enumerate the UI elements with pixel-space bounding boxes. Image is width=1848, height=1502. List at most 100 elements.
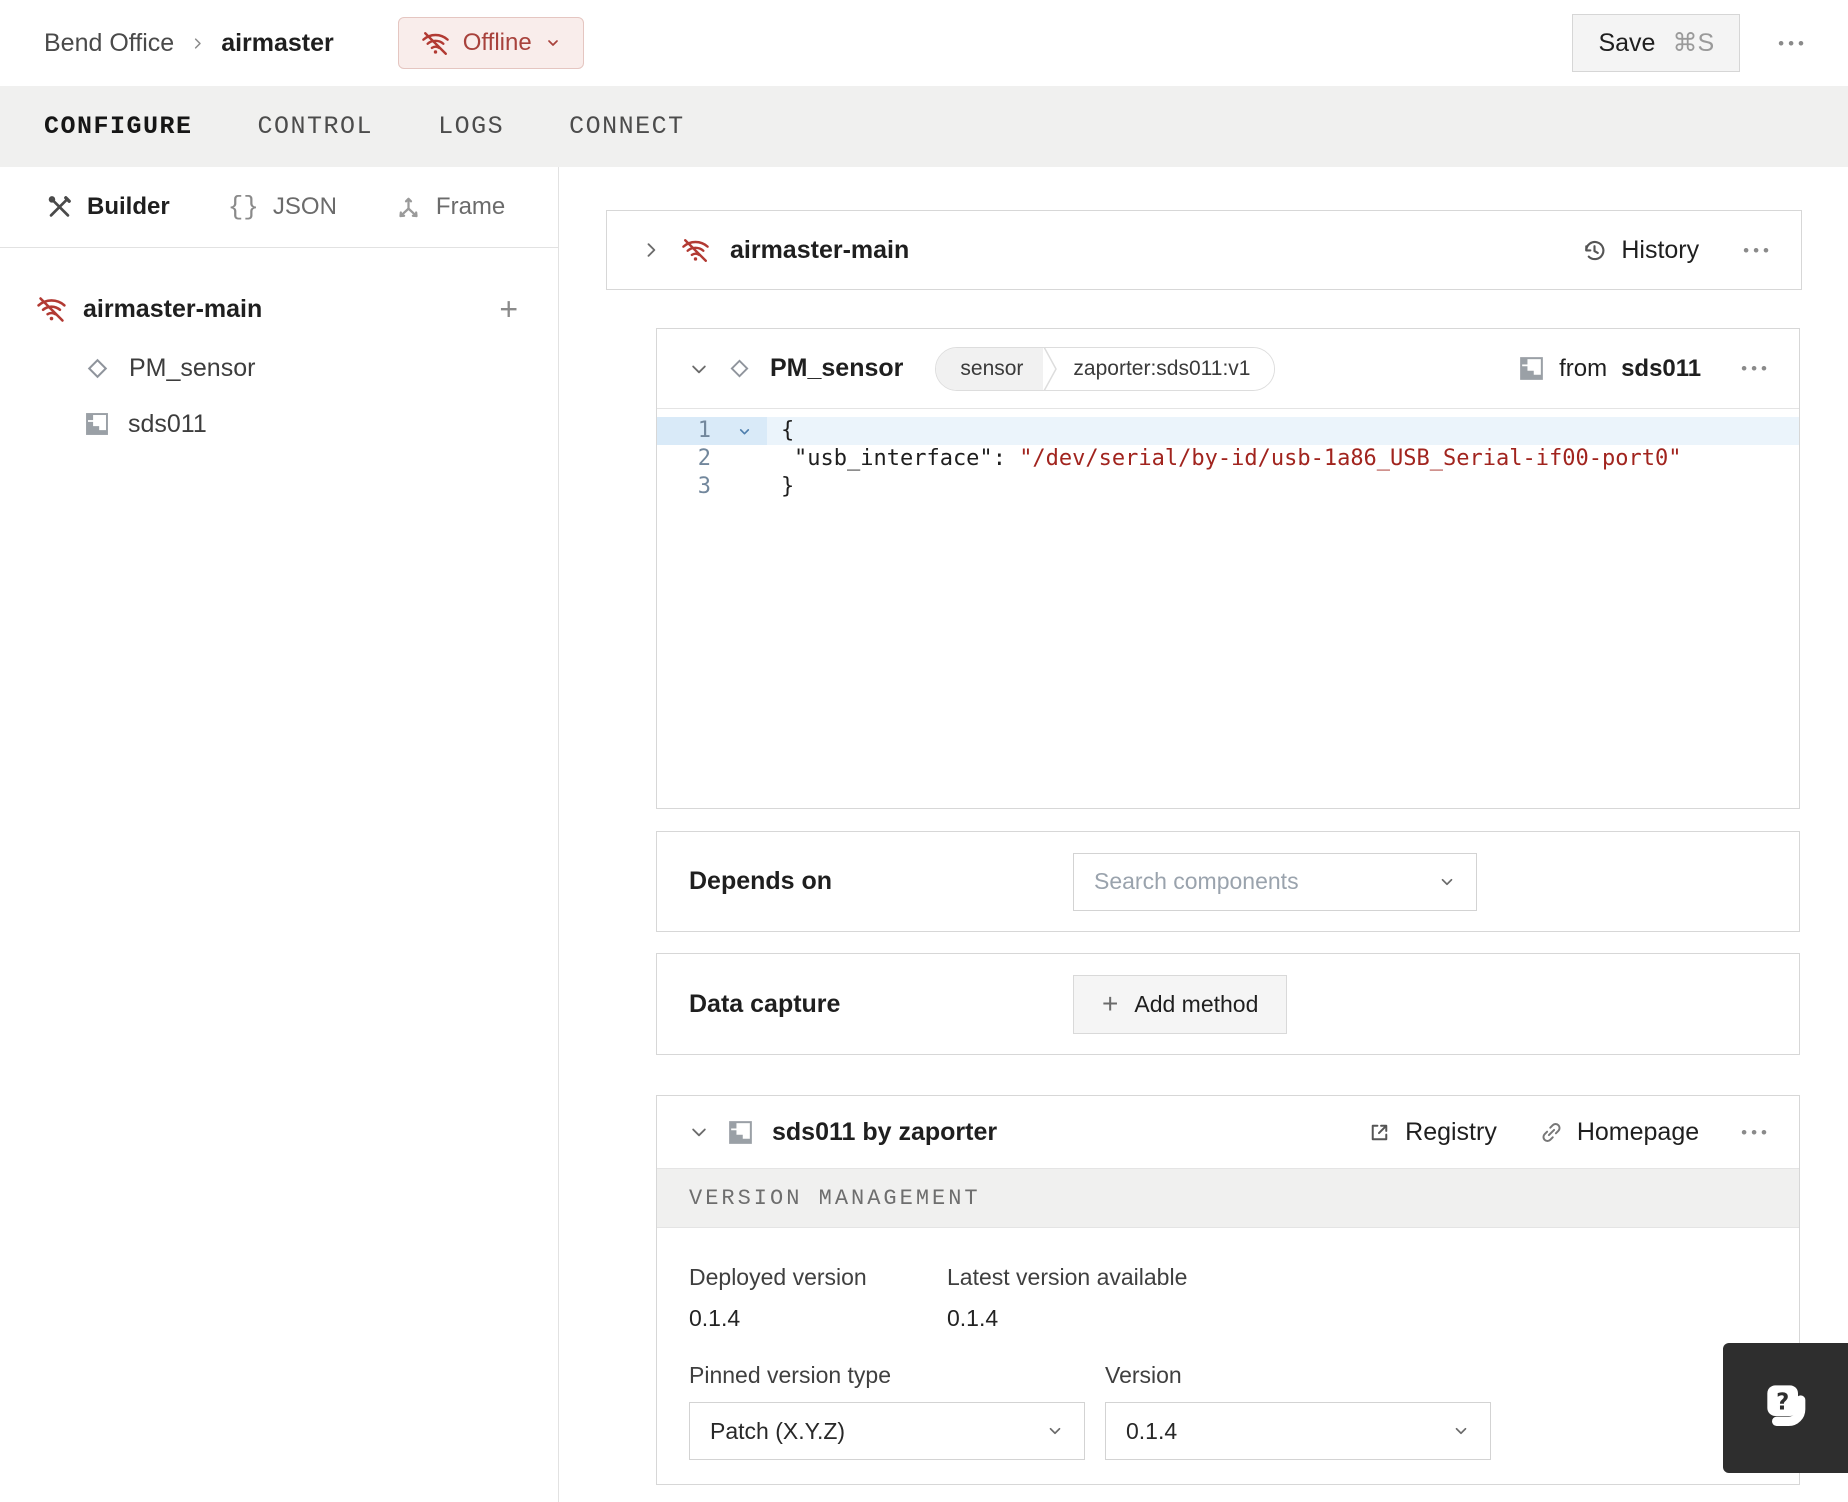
breadcrumb-chevron-icon [190,36,205,51]
app-root: { "topbar": { "breadcrumb": { "parent": … [0,0,1848,1502]
homepage-link[interactable]: Homepage [1539,1118,1699,1147]
module-title: sds011 by zaporter [772,1117,998,1146]
topbar-overflow-menu[interactable]: ••• [1778,35,1808,52]
breadcrumb: Bend Office airmaster [44,29,334,58]
code-gutter: 3 [657,473,767,501]
add-component-button[interactable]: + [499,293,518,325]
version-management-label: VERSION MANAGEMENT [689,1185,981,1211]
badge-divider [1043,347,1058,390]
depends-on-label: Depends on [689,867,833,895]
breadcrumb-current: airmaster [221,28,334,57]
tree-item-pm-sensor[interactable]: PM_sensor [0,340,558,396]
data-capture-card: Data capture + Add method [656,953,1800,1055]
latest-version-value: 0.1.4 [947,1305,999,1331]
module-overflow-menu[interactable]: ••• [1741,1124,1771,1141]
help-button[interactable]: ? [1723,1343,1848,1473]
version-value: 0.1.4 [1126,1417,1178,1444]
sidebar: Builder {} JSON Frame airmaster-main + P… [0,167,559,1502]
save-button[interactable]: Save ⌘S [1572,14,1741,72]
add-method-label: Add method [1134,990,1259,1017]
version-select[interactable]: 0.1.4 [1105,1402,1491,1460]
wifi-off-icon [36,294,67,325]
history-button[interactable]: History [1581,236,1699,265]
tab-logs[interactable]: LOGS [438,112,504,141]
save-label: Save [1598,28,1656,57]
pinned-version-block: Pinned version type Patch (X.Y.Z) [689,1362,1105,1460]
wifi-off-icon [681,236,710,265]
code-colon: : [992,446,1020,471]
main-panel: airmaster-main History ••• PM_sensor sen… [559,167,1848,1502]
version-pinning-row: Pinned version type Patch (X.Y.Z) Versio… [689,1362,1767,1460]
history-label: History [1621,235,1700,264]
module-icon [727,1119,754,1146]
registry-link[interactable]: Registry [1367,1118,1497,1147]
component-card: PM_sensor sensor zaporter:sds011:v1 from… [656,328,1800,809]
fold-chevron-down-icon[interactable] [721,417,767,445]
tree-item-airmaster-main[interactable]: airmaster-main + [0,278,558,340]
tree-child-label: PM_sensor [129,353,256,382]
module-icon [84,411,110,437]
machine-status-badge[interactable]: Offline [397,17,584,69]
search-components-input[interactable] [1094,868,1438,895]
tree-child-label: sds011 [128,409,207,438]
component-title: PM_sensor [770,354,904,382]
code-line-2: 2 "usb_interface": "/dev/serial/by-id/us… [657,445,1799,473]
line-number: 1 [697,418,711,443]
link-icon [1539,1120,1564,1145]
attributes-code-editor[interactable]: 1 { 2 "usb_interface": "/dev/serial/by-i… [657,409,1799,808]
deployed-version-label: Deployed version [689,1264,867,1290]
depends-on-select[interactable] [1073,852,1477,911]
from-label: from [1559,354,1608,382]
component-overflow-menu[interactable]: ••• [1741,360,1771,377]
axes-icon [395,194,422,221]
badge-model: zaporter:sds011:v1 [1057,347,1275,390]
mode-json-label: JSON [272,193,337,220]
version-management-section-header: VERSION MANAGEMENT [657,1168,1799,1228]
mode-json[interactable]: {} JSON [228,192,337,222]
from-module-link[interactable]: from sds011 [1518,355,1701,383]
code-line-1: 1 { [657,417,1799,445]
code-text: } [781,474,795,499]
top-bar: Bend Office airmaster Offline Save ⌘S ••… [0,0,1848,86]
line-number: 3 [697,474,711,499]
version-label: Version [1105,1362,1182,1388]
breadcrumb-parent[interactable]: Bend Office [44,29,174,58]
from-target: sds011 [1621,354,1702,382]
module-icon [1518,355,1545,382]
mode-switcher: Builder {} JSON Frame [0,167,558,248]
mode-builder[interactable]: Builder [46,193,170,221]
code-gutter: 1 [657,417,767,445]
tab-bar: CONFIGURE CONTROL LOGS CONNECT [0,86,1848,167]
code-key: "usb_interface" [794,446,993,471]
help-icon: ? [1754,1376,1818,1440]
pinned-version-type-select[interactable]: Patch (X.Y.Z) [689,1402,1085,1460]
tab-control[interactable]: CONTROL [258,112,374,141]
component-card-header: PM_sensor sensor zaporter:sds011:v1 from… [657,329,1799,409]
line-number: 2 [697,446,711,471]
latest-version-label: Latest version available [947,1264,1188,1290]
code-text: { [781,418,795,443]
mode-frame-label: Frame [435,193,506,220]
save-shortcut: ⌘S [1672,29,1715,57]
wifi-off-icon [421,29,450,58]
collapse-chevron-down-icon[interactable] [689,359,709,379]
collapse-chevron-down-icon[interactable] [689,1122,709,1142]
collapse-chevron-right-icon[interactable] [641,240,661,260]
version-info-row: Deployed version 0.1.4 Latest version av… [689,1264,1767,1332]
mode-builder-label: Builder [87,193,170,220]
select-chevron-down-icon [1438,873,1456,891]
tab-configure[interactable]: CONFIGURE [44,112,193,141]
tree-item-sds011[interactable]: sds011 [0,396,558,452]
machine-overflow-menu[interactable]: ••• [1743,242,1773,259]
tab-connect[interactable]: CONNECT [569,112,685,141]
svg-text:?: ? [1776,1389,1789,1415]
add-method-button[interactable]: + Add method [1073,974,1288,1034]
status-label: Offline [462,29,532,56]
code-text: "usb_interface": "/dev/serial/by-id/usb-… [767,445,1681,473]
module-card-actions: Registry Homepage ••• [1367,1118,1771,1147]
mode-frame[interactable]: Frame [395,193,505,221]
select-chevron-down-icon [1452,1422,1470,1440]
badge-type: sensor [936,347,1044,390]
status-chevron-down-icon [545,35,561,51]
